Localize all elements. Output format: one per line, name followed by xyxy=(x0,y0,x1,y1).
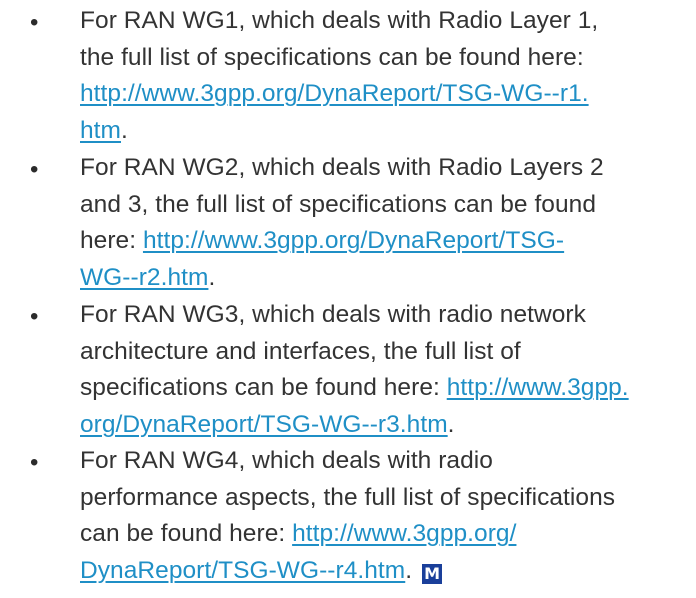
spec-link-wg4-continued[interactable]: DynaReport/TSG-WG--r4.htm xyxy=(80,557,405,584)
spec-link-wg1-continued[interactable]: htm xyxy=(80,117,121,144)
spec-link-wg4[interactable]: http://www.3gpp.org/ xyxy=(292,520,516,547)
item-text-line: For RAN WG1, which deals with Radio Laye… xyxy=(80,7,599,34)
item-text-line: and 3, the full list of specifications c… xyxy=(80,190,597,218)
item-text-prefix: can be found here: xyxy=(80,520,293,547)
list-item-ran-wg2: • For RAN WG2, which deals with Radio La… xyxy=(0,150,610,296)
item-text-line: architecture and interfaces, the full li… xyxy=(80,337,521,365)
sentence-period: . xyxy=(447,410,455,438)
spec-link-wg3[interactable]: http://www.3gpp. xyxy=(447,374,629,401)
bullet-marker: • xyxy=(30,156,39,183)
item-text-line: the full list of specifications can be f… xyxy=(80,43,584,71)
item-text-line: For RAN WG3, which deals with radio netw… xyxy=(80,301,586,328)
end-marker-icon: M xyxy=(422,563,443,584)
item-text-prefix: specifications can be found here: xyxy=(80,374,447,401)
spec-link-wg2[interactable]: http://www.3gpp.org/DynaReport/TSG- xyxy=(143,227,564,254)
spec-link-wg2-continued[interactable]: WG--r2.htm xyxy=(80,264,208,291)
bullet-marker: • xyxy=(30,303,39,330)
list-item-ran-wg3: • For RAN WG3, which deals with radio ne… xyxy=(0,297,635,443)
list-item-ran-wg1: • For RAN WG1, which deals with Radio La… xyxy=(0,3,604,149)
sentence-period: . xyxy=(121,116,128,144)
bullet-marker: • xyxy=(30,449,39,476)
item-text-line: For RAN WG4, which deals with radio xyxy=(80,447,493,474)
spec-link-wg3-continued[interactable]: org/DynaReport/TSG-WG--r3.htm xyxy=(80,411,448,438)
item-text-line: For RAN WG2, which deals with Radio Laye… xyxy=(80,154,604,181)
bullet-marker: • xyxy=(30,9,39,36)
item-text-prefix: here: xyxy=(80,227,143,254)
spec-link-wg1[interactable]: http://www.3gpp.org/DynaReport/TSG-WG--r… xyxy=(80,80,589,107)
list-item-ran-wg4: • For RAN WG4, which deals with radio pe… xyxy=(0,443,621,589)
sentence-period: . xyxy=(405,556,413,584)
item-text-line: performance aspects, the full list of sp… xyxy=(80,483,616,511)
sentence-period: . xyxy=(208,263,216,291)
